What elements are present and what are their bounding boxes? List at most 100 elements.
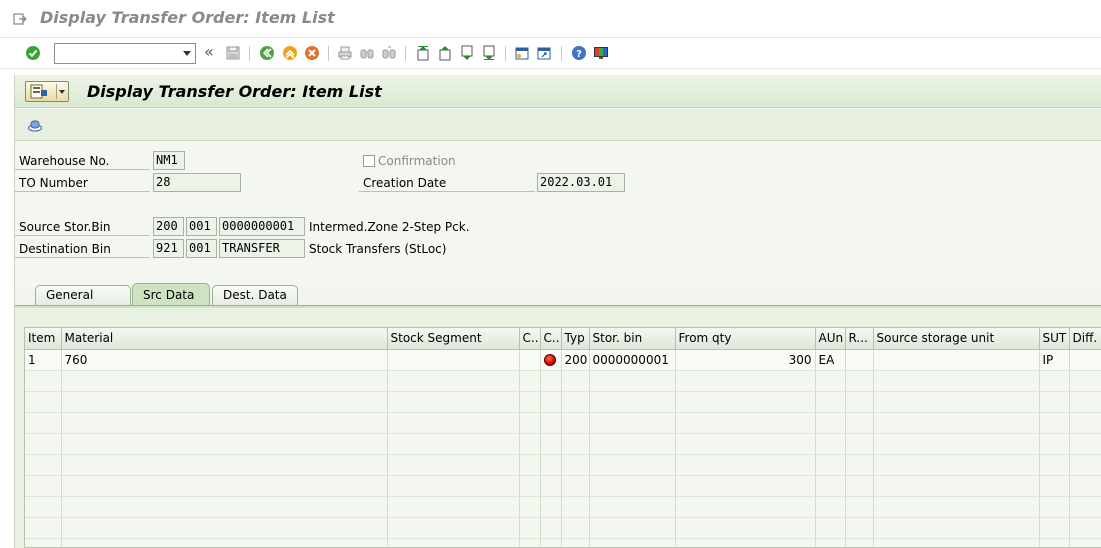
col-r[interactable]: R...: [845, 328, 874, 350]
command-input[interactable]: [55, 44, 175, 63]
help-button[interactable]: ?: [570, 44, 588, 62]
next-page-icon: [461, 45, 473, 60]
col-stor-bin[interactable]: Stor. bin: [589, 328, 676, 350]
warehouse-field[interactable]: NM1: [153, 151, 185, 170]
to-number-field[interactable]: 28: [153, 173, 241, 192]
next-page-button[interactable]: [458, 44, 476, 62]
col-diff-qty[interactable]: Diff. qu: [1069, 328, 1101, 350]
table-row-empty[interactable]: [25, 496, 1101, 518]
table-row-empty[interactable]: [25, 433, 1101, 455]
first-page-button[interactable]: [414, 44, 432, 62]
col-material[interactable]: Material: [61, 328, 388, 350]
dest-bin-label: Destination Bin: [15, 240, 150, 258]
back-icon: [260, 46, 274, 60]
cell-from-qty: 300: [675, 349, 816, 371]
dest-bin-field[interactable]: TRANSFER: [219, 239, 305, 258]
save-button[interactable]: [224, 44, 242, 62]
last-page-icon: [483, 45, 495, 60]
cell-typ: 200: [561, 349, 590, 371]
title-bar: Display Transfer Order: Item List: [0, 0, 1101, 38]
confirmation-checkbox[interactable]: [363, 155, 375, 167]
table-row-empty[interactable]: [25, 517, 1101, 539]
display-header-icon[interactable]: [27, 117, 43, 133]
save-icon: [226, 46, 240, 60]
print-button[interactable]: [336, 44, 354, 62]
cell-source-storage-unit: [873, 349, 1040, 371]
application-toolbar: [15, 109, 1101, 141]
cell-material: 760: [61, 349, 388, 371]
item-list-table: Item Material Stock Segment C.. C.. Typ …: [24, 327, 1101, 548]
customize-layout-button[interactable]: [592, 44, 610, 62]
menu-button[interactable]: [25, 81, 69, 102]
table-row[interactable]: 1 760 200 0000000001 300 EA IP: [25, 349, 1101, 371]
table-row-empty[interactable]: [25, 538, 1101, 547]
dest-section-field[interactable]: 001: [186, 239, 217, 258]
shortcut-icon: [537, 47, 551, 60]
source-type-field[interactable]: 200: [153, 217, 184, 236]
exit-icon[interactable]: [13, 12, 27, 26]
exit-up-icon: [283, 46, 297, 60]
dest-bin-description: Stock Transfers (StLoc): [309, 242, 447, 256]
find-next-button[interactable]: [380, 44, 398, 62]
window-title: Display Transfer Order: Item List: [40, 8, 335, 27]
col-sut[interactable]: SUT: [1039, 328, 1070, 350]
toolbar-separator: [561, 46, 562, 61]
tab-src-data[interactable]: Src Data: [132, 283, 210, 306]
cell-r: [845, 349, 874, 371]
back-button[interactable]: [258, 44, 276, 62]
new-session-button[interactable]: [513, 44, 531, 62]
status-red-icon: [543, 353, 556, 366]
cancel-button[interactable]: [303, 44, 321, 62]
tab-general-view[interactable]: General View: [35, 285, 131, 321]
help-icon: ?: [572, 46, 586, 60]
chevron-down-icon[interactable]: [59, 90, 65, 94]
transfer-order-form: Warehouse No. NM1 Confirmation TO Number…: [15, 142, 1101, 287]
cell-stor-bin: 0000000001: [589, 349, 676, 371]
col-typ[interactable]: Typ: [561, 328, 590, 350]
tab-dest-data[interactable]: Dest. Data: [212, 285, 298, 305]
confirmation-label: Confirmation: [378, 154, 456, 168]
col-stock-segment[interactable]: Stock Segment: [387, 328, 520, 350]
to-number-label: TO Number: [15, 174, 150, 192]
monitor-icon: [594, 47, 608, 59]
menu-icon: [30, 84, 47, 99]
dest-type-field[interactable]: 921: [153, 239, 184, 258]
col-c1[interactable]: C..: [519, 328, 541, 350]
table-row-empty[interactable]: [25, 475, 1101, 497]
creation-date-label: Creation Date: [359, 174, 535, 192]
cell-sut: IP: [1039, 349, 1070, 371]
table-row-empty[interactable]: [25, 370, 1101, 392]
exit-button[interactable]: [281, 44, 299, 62]
warehouse-label: Warehouse No.: [15, 152, 150, 170]
table-row-empty[interactable]: [25, 454, 1101, 476]
col-source-storage-unit[interactable]: Source storage unit: [873, 328, 1040, 350]
table-row-empty[interactable]: [25, 391, 1101, 413]
col-item[interactable]: Item: [25, 328, 62, 350]
shortcut-button[interactable]: [535, 44, 553, 62]
last-page-button[interactable]: [480, 44, 498, 62]
cell-status: [540, 349, 562, 371]
source-bin-description: Intermed.Zone 2-Step Pck.: [309, 220, 470, 234]
main-content: Display Transfer Order: Item List Wareho…: [14, 75, 1101, 548]
standard-toolbar: « ?: [0, 39, 1101, 69]
previous-page-button[interactable]: [436, 44, 454, 62]
toolbar-separator: [505, 46, 506, 61]
source-section-field[interactable]: 001: [186, 217, 217, 236]
tab-panel-src-data: Item Material Stock Segment C.. C.. Typ …: [15, 308, 1101, 548]
toolbar-separator: [405, 46, 406, 61]
enter-button[interactable]: [24, 44, 42, 62]
svg-text:?: ?: [576, 49, 582, 60]
col-aun[interactable]: AUn: [815, 328, 846, 350]
binoculars-icon: [360, 49, 374, 59]
find-button[interactable]: [358, 44, 376, 62]
collapse-icon[interactable]: «: [204, 42, 214, 61]
chevron-down-icon[interactable]: [183, 51, 191, 56]
col-c2[interactable]: C..: [540, 328, 562, 350]
creation-date-field[interactable]: 2022.03.01: [537, 173, 625, 192]
source-bin-field[interactable]: 0000000001: [219, 217, 305, 236]
command-field[interactable]: [54, 43, 196, 64]
table-row-empty[interactable]: [25, 412, 1101, 434]
cell-item: 1: [25, 349, 62, 371]
checkmark-icon: [26, 46, 40, 60]
col-from-qty[interactable]: From qty: [675, 328, 816, 350]
